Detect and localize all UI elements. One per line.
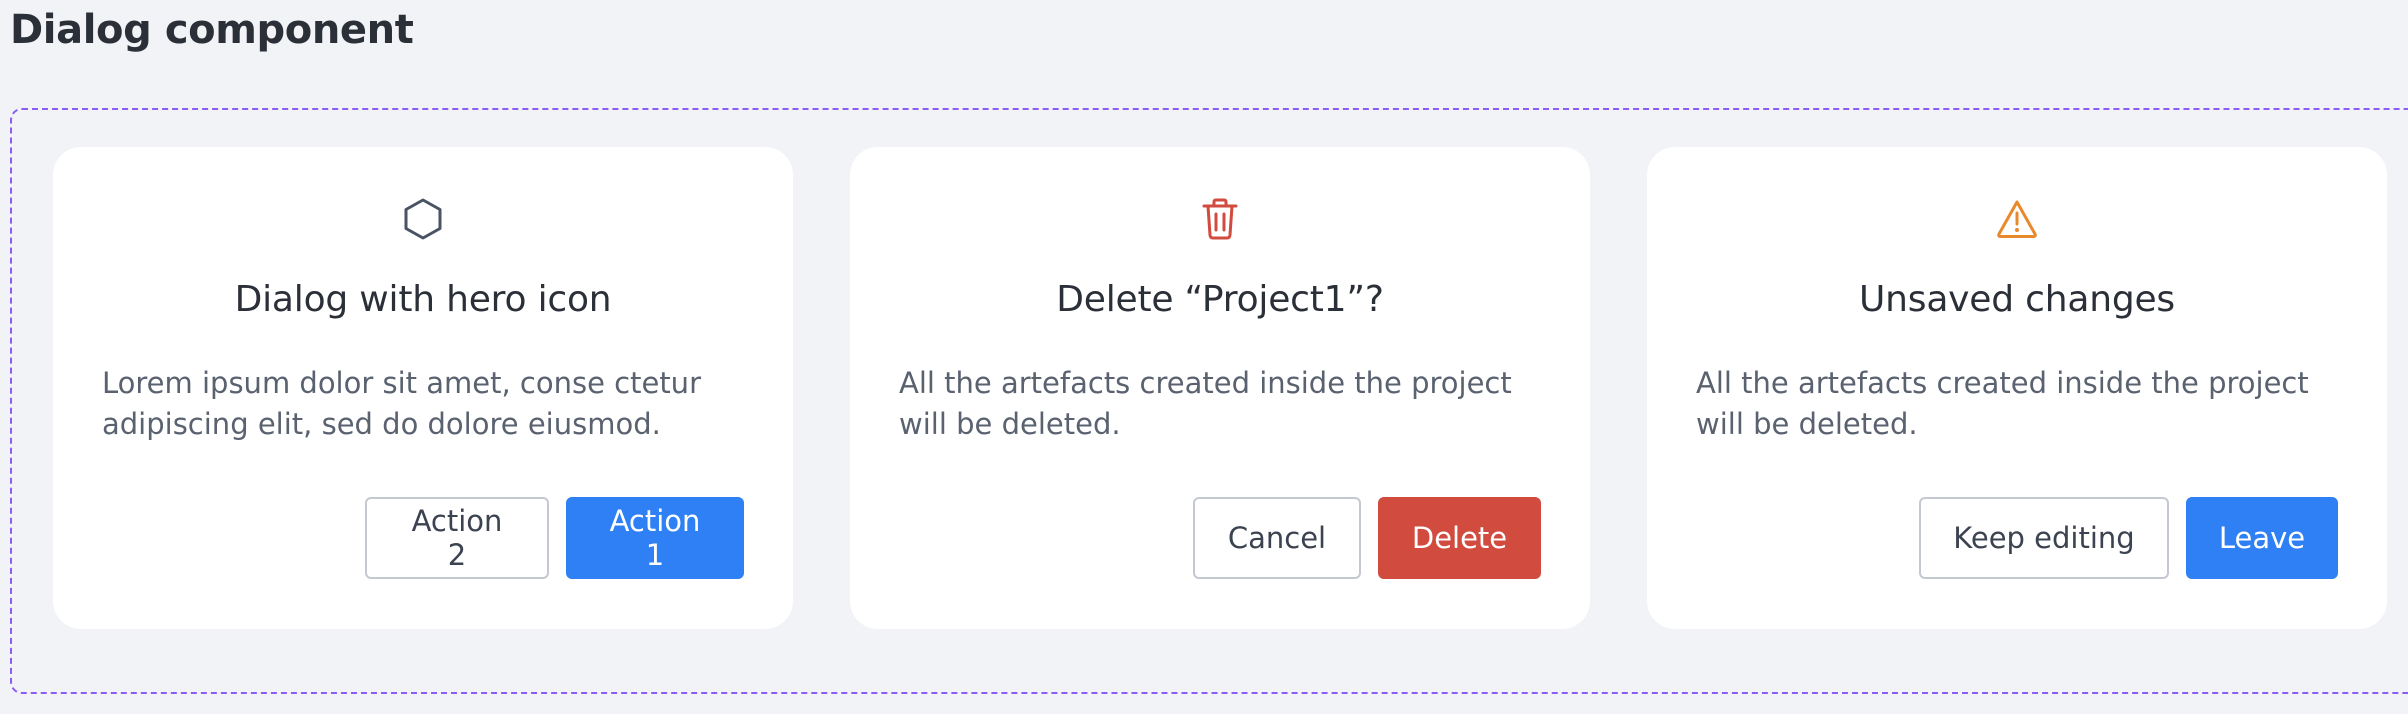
- dialog-delete-project: Delete “Project1”? All the artefacts cre…: [850, 147, 1590, 629]
- delete-button[interactable]: Delete: [1378, 497, 1541, 579]
- dialog-title: Dialog with hero icon: [234, 279, 612, 320]
- dialog-body: All the artefacts created inside the pro…: [899, 366, 1512, 441]
- dialog-body: All the artefacts created inside the pro…: [1696, 366, 2309, 441]
- cancel-button[interactable]: Cancel: [1193, 497, 1361, 579]
- dialog-body: Lorem ipsum dolor sit amet, conse ctetur…: [102, 366, 701, 441]
- dialog-title: Delete “Project1”?: [1056, 279, 1384, 320]
- leave-button[interactable]: Leave: [2186, 497, 2338, 579]
- dialog-unsaved-changes: Unsaved changes All the artefacts create…: [1647, 147, 2387, 629]
- dialog-actions: Keep editing Leave: [1919, 497, 2338, 579]
- hexagon-icon: [53, 197, 793, 241]
- trash-icon: [850, 197, 1590, 241]
- page-title: Dialog component: [10, 7, 414, 53]
- warning-icon: [1647, 197, 2387, 241]
- dialog-title: Unsaved changes: [1859, 279, 2175, 320]
- dialog-hero-icon: Dialog with hero icon Lorem ipsum dolor …: [53, 147, 793, 629]
- action-2-button[interactable]: Action 2: [365, 497, 549, 579]
- action-1-button[interactable]: Action 1: [566, 497, 744, 579]
- dialog-actions: Cancel Delete: [1193, 497, 1541, 579]
- keep-editing-button[interactable]: Keep editing: [1919, 497, 2169, 579]
- dialog-actions: Action 2 Action 1: [365, 497, 744, 579]
